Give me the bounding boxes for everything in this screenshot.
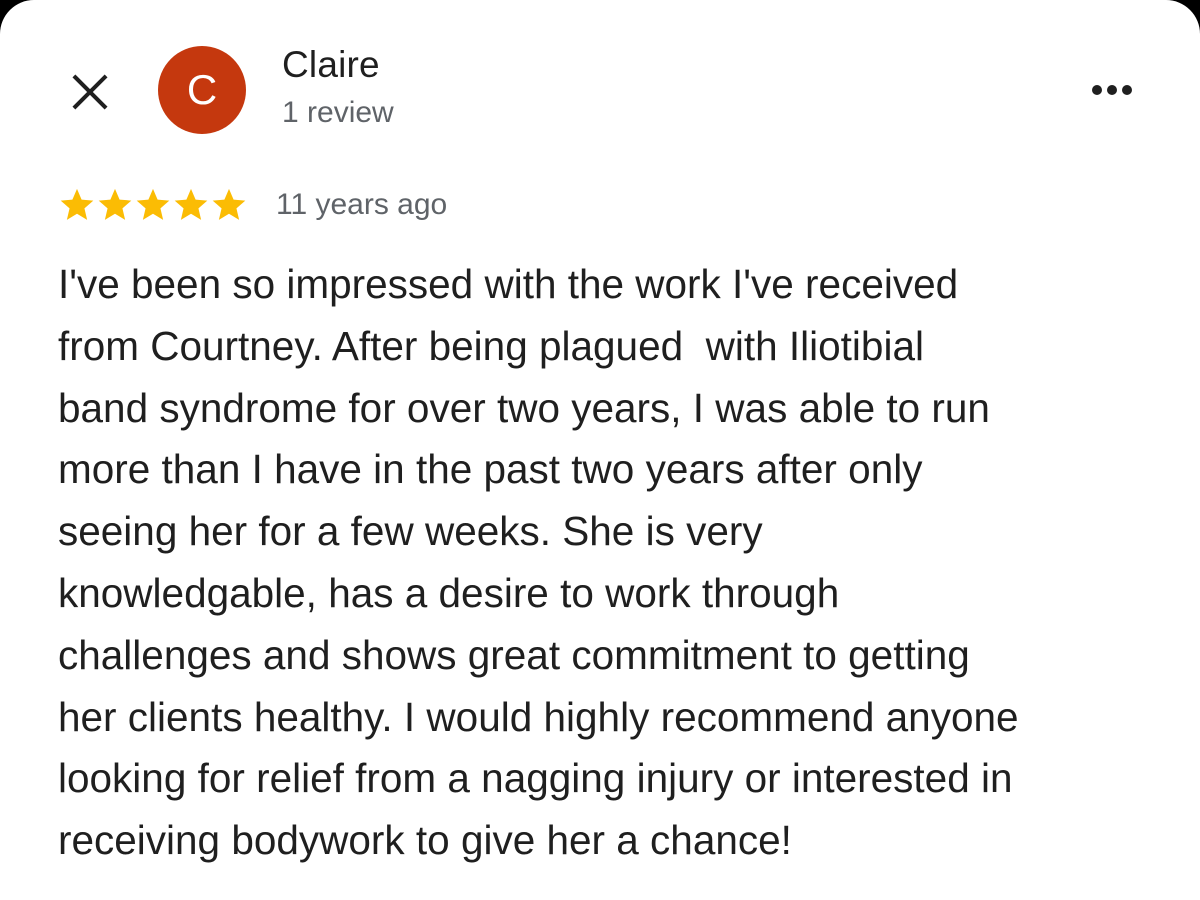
- star-icon: [174, 188, 208, 220]
- avatar-letter: C: [186, 66, 218, 113]
- star-icon: [60, 188, 94, 220]
- review-card: C Claire 1 review 11 years ago I've been…: [0, 0, 1200, 900]
- star-icon: [212, 188, 246, 220]
- close-button[interactable]: [62, 64, 118, 120]
- author-review-count: 1 review: [282, 96, 394, 129]
- more-horizontal-icon-dot: [1107, 85, 1117, 95]
- review-date: 11 years ago: [276, 188, 448, 221]
- rating-row: 11 years ago: [58, 182, 447, 228]
- more-horizontal-icon-dot: [1122, 85, 1132, 95]
- review-text: I've been so impressed with the work I'v…: [58, 261, 1019, 864]
- avatar[interactable]: C: [158, 46, 246, 134]
- more-horizontal-icon: [1092, 85, 1102, 95]
- star-icon: [136, 188, 170, 220]
- author-name[interactable]: Claire: [282, 44, 380, 86]
- close-icon: [72, 74, 108, 110]
- more-options-button[interactable]: [1082, 70, 1142, 110]
- star-icon: [98, 188, 132, 220]
- star-rating: [58, 186, 248, 224]
